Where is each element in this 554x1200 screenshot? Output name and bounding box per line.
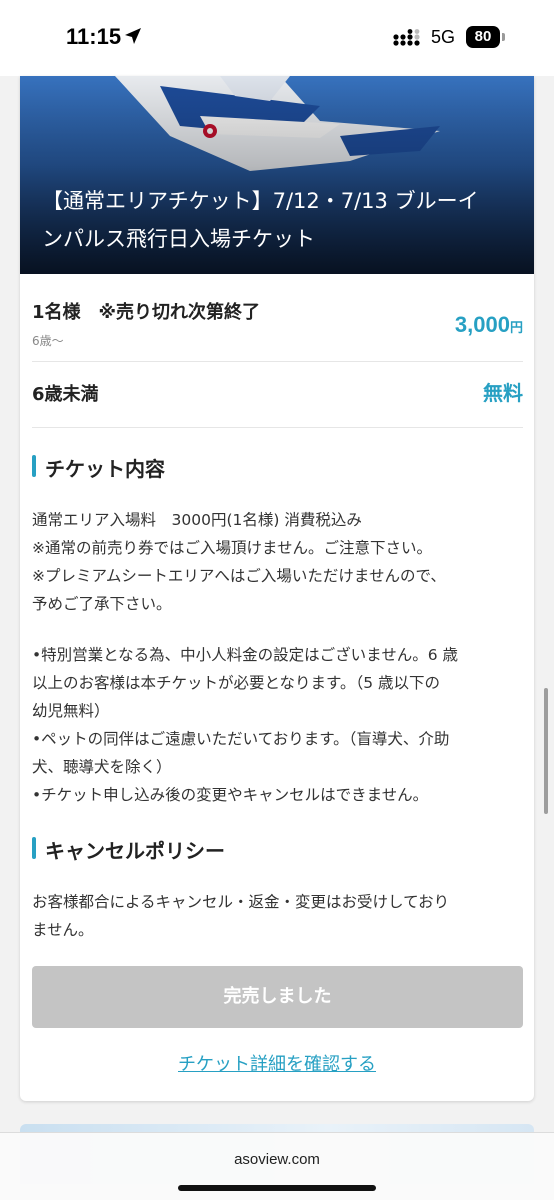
heading-text: キャンセルポリシー (45, 839, 225, 863)
ticket-detail-link[interactable]: チケット詳細を確認する (20, 1050, 534, 1076)
location-arrow-icon (125, 28, 141, 44)
heading-accent-bar (32, 837, 36, 859)
price-number: 3,000 (454, 312, 510, 337)
ticket-title: 【通常エリアチケット】7/12・7/13 ブルーイ ンパルス飛行日入場チケット (42, 182, 522, 258)
hero-image: 【通常エリアチケット】7/12・7/13 ブルーイ ンパルス飛行日入場チケット (20, 76, 534, 274)
price-amount: 無料 (483, 381, 523, 405)
cancel-policy-text: お客様都合によるキャンセル・返金・変更はお受けしており ません。 (32, 888, 522, 944)
status-time: 11:15 (66, 24, 122, 49)
sold-out-button[interactable]: 完売しました (32, 966, 523, 1028)
price-age-note: 6歳〜 (32, 334, 64, 348)
network-type: 5G (431, 27, 456, 47)
heading-accent-bar (32, 455, 36, 477)
text-line: 犬、聴導犬を除く） (32, 758, 172, 776)
text-line: •チケット申し込み後の変更やキャンセルはできません。 (32, 786, 429, 804)
battery-tip (502, 33, 505, 41)
scrollbar-thumb[interactable] (544, 688, 548, 814)
home-indicator[interactable] (178, 1185, 376, 1191)
section-heading-ticket-content: チケット内容 (32, 453, 523, 481)
price-label: 6歳未満 (32, 384, 99, 405)
ticket-content-text: 通常エリア入場料 3000円(1名様) 消費税込み ※通常の前売り券ではご入場頂… (32, 506, 522, 618)
text-line: 幼児無料） (32, 702, 110, 720)
text-line: 以上のお客様は本チケットが必要となります。（5 歳以下の (32, 674, 441, 692)
battery-level: 80 (466, 26, 500, 48)
text-line: 予めご了承下さい。 (32, 595, 172, 613)
section-heading-cancel-policy: キャンセルポリシー (32, 835, 523, 863)
url-text[interactable]: asoview.com (0, 1151, 554, 1168)
status-bar: 11:15 5G 80 (0, 0, 554, 76)
browser-address-bar[interactable]: asoview.com (0, 1132, 554, 1200)
text-line: 通常エリア入場料 3000円(1名様) 消費税込み (32, 511, 362, 529)
price-label: 1名様 ※売り切れ次第終了 (32, 302, 261, 323)
price-amount: 3,000円 (455, 312, 523, 338)
text-line: ません。 (32, 921, 94, 939)
ticket-title-line-1: 【通常エリアチケット】7/12・7/13 ブルーイ (42, 189, 479, 213)
ticket-title-line-2: ンパルス飛行日入場チケット (42, 227, 315, 251)
ticket-card: 【通常エリアチケット】7/12・7/13 ブルーイ ンパルス飛行日入場チケット … (20, 76, 534, 1101)
ticket-notes-text: •特別営業となる為、中小人料金の設定はございません。6 歳 以上のお客様は本チケ… (32, 641, 522, 809)
signal-icon (393, 29, 420, 46)
text-line: •ペットの同伴はご遠慮いただいております。（盲導犬、介助 (32, 730, 450, 748)
text-line: •特別営業となる為、中小人料金の設定はございません。6 歳 (32, 646, 459, 664)
text-line: ※プレミアムシートエリアへはご入場いただけませんので、 (32, 567, 446, 585)
price-row-child: 6歳未満 無料 (32, 362, 523, 428)
battery-icon: 80 (466, 26, 506, 48)
price-row-adult: 1名様 ※売り切れ次第終了 6歳〜 3,000円 (32, 274, 523, 362)
text-line: ※通常の前売り券ではご入場頂けません。ご注意下さい。 (32, 539, 433, 557)
text-line: お客様都合によるキャンセル・返金・変更はお受けしており (32, 893, 450, 911)
price-unit: 円 (509, 320, 523, 335)
heading-text: チケット内容 (45, 457, 165, 481)
